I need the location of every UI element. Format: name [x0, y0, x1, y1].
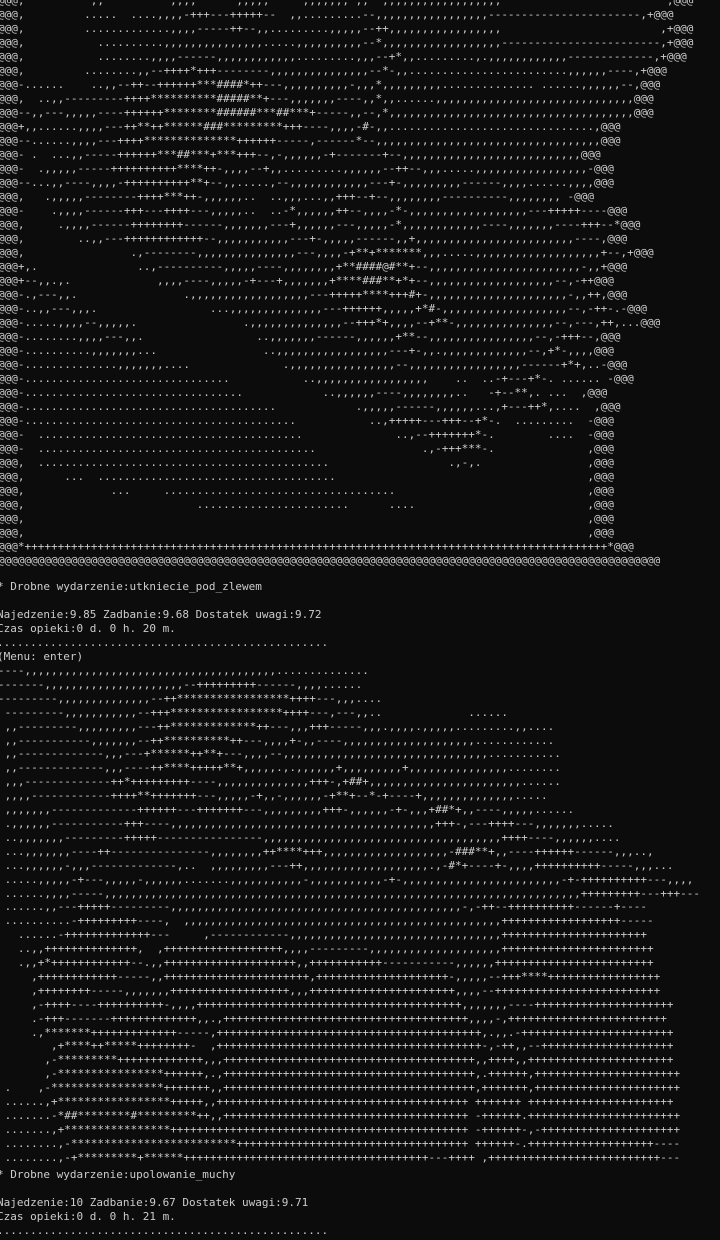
pet-stats: Najedzenie:9.85 Zadbanie:9.68 Dostatek u…	[0, 608, 322, 621]
event-title: * Drobne wydarzenie:utkniecie_pod_zlewem	[0, 580, 262, 593]
care-time: Czas opieki:0 d. 0 h. 21 m.	[0, 1210, 176, 1223]
event-block-2: * Drobne wydarzenie:upolowanie_muchy Naj…	[0, 1168, 328, 1238]
event-title: * Drobne wydarzenie:upolowanie_muchy	[0, 1168, 236, 1181]
event-block-1: * Drobne wydarzenie:utkniecie_pod_zlewem…	[0, 580, 328, 664]
pet-stats: Najedzenie:10 Zadbanie:9.67 Dostatek uwa…	[0, 1196, 309, 1209]
care-time: Czas opieki:0 d. 0 h. 20 m.	[0, 622, 176, 635]
menu-hint[interactable]: (Menu: enter)	[0, 650, 328, 664]
terminal-window: @@@, ,, ,,,, ,,,,, ,,,,,,, ,, ,,,,,,,,,,…	[0, 0, 720, 1240]
divider: ........................................…	[0, 1224, 329, 1237]
ascii-art-scene-top: @@@, ,, ,,,, ,,,,, ,,,,,,, ,, ,,,,,,,,,,…	[0, 0, 694, 567]
ascii-art-scene-bottom: ----,,,,,,,,,,,,,,,,,,,,,,,,,,,,,,,,,,,,…	[0, 664, 700, 1164]
divider: ........................................…	[0, 636, 329, 649]
